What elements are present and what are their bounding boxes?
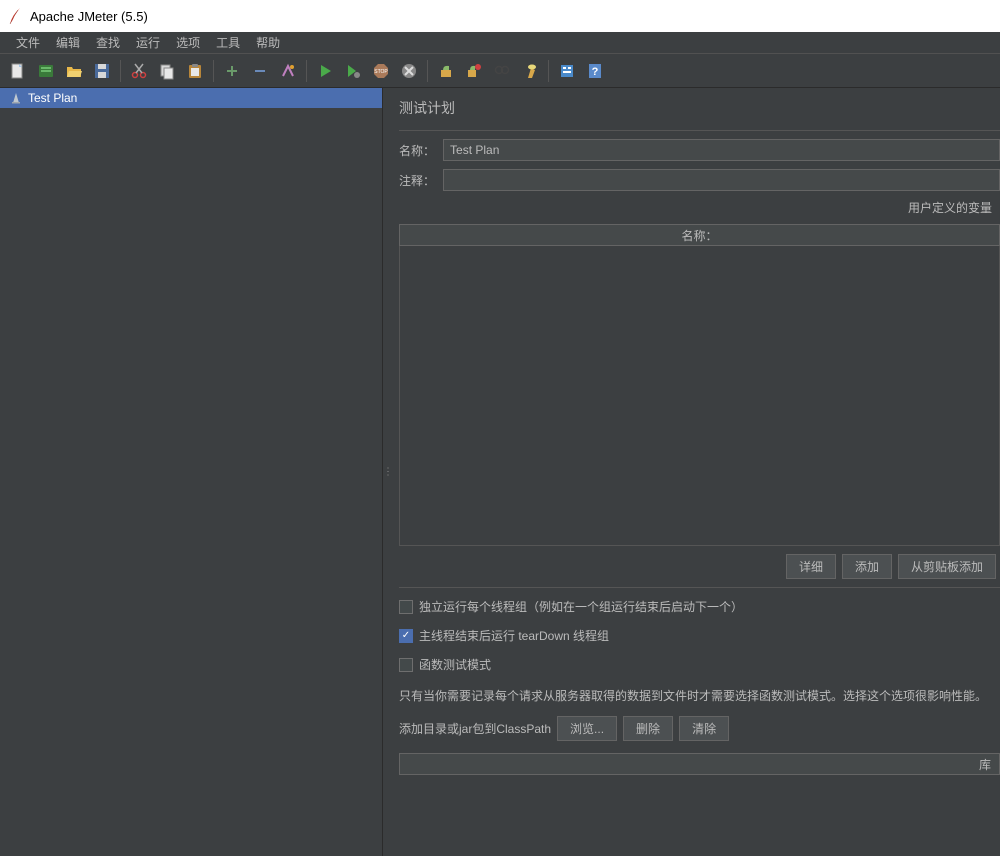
menu-help[interactable]: 帮助 (248, 32, 288, 53)
name-row: 名称： (399, 139, 1000, 161)
toolbar: STOP ? (0, 54, 1000, 88)
new-icon[interactable] (6, 59, 30, 83)
function-helper-icon[interactable] (555, 59, 579, 83)
title-bar: Apache JMeter (5.5) (0, 0, 1000, 32)
open-icon[interactable] (62, 59, 86, 83)
vars-section-title: 用户定义的变量 (399, 199, 1000, 216)
cut-icon[interactable] (127, 59, 151, 83)
functional-check-row: 函数测试模式 (399, 654, 1000, 675)
name-label: 名称： (399, 142, 435, 159)
expand-icon[interactable] (220, 59, 244, 83)
toolbar-separator (427, 60, 428, 82)
svg-text:STOP: STOP (374, 69, 388, 75)
menu-search[interactable]: 查找 (88, 32, 128, 53)
main-area: Test Plan 测试计划 名称： 注释： 用户定义的变量 名称： 详细 添加… (0, 88, 1000, 856)
copy-icon[interactable] (155, 59, 179, 83)
toolbar-separator (548, 60, 549, 82)
vars-table-body[interactable] (399, 246, 1000, 546)
paste-icon[interactable] (183, 59, 207, 83)
detail-button[interactable]: 详细 (786, 554, 836, 579)
splitter[interactable] (383, 88, 389, 856)
serial-label: 独立运行每个线程组（例如在一个组运行结束后启动下一个） (419, 598, 743, 615)
toolbar-separator (306, 60, 307, 82)
detail-panel: 测试计划 名称： 注释： 用户定义的变量 名称： 详细 添加 从剪贴板添加 独立… (389, 88, 1000, 856)
stop-icon[interactable]: STOP (369, 59, 393, 83)
window-title: Apache JMeter (5.5) (30, 9, 148, 24)
vars-table: 名称： (399, 224, 1000, 546)
menu-run[interactable]: 运行 (128, 32, 168, 53)
comment-row: 注释： (399, 169, 1000, 191)
toolbar-separator (120, 60, 121, 82)
functional-description: 只有当你需要记录每个请求从服务器取得的数据到文件时才需要选择函数测试模式。选择这… (399, 683, 1000, 708)
reset-search-icon[interactable] (518, 59, 542, 83)
search-icon[interactable] (490, 59, 514, 83)
classpath-column-header[interactable]: 库 (399, 753, 1000, 775)
toggle-icon[interactable] (276, 59, 300, 83)
classpath-row: 添加目录或jar包到ClassPath 浏览... 删除 清除 (399, 716, 1000, 741)
tree-item-label: Test Plan (28, 91, 77, 105)
vars-column-header[interactable]: 名称： (399, 224, 1000, 246)
help-icon[interactable]: ? (583, 59, 607, 83)
name-input[interactable] (443, 139, 1000, 161)
clear-icon[interactable] (434, 59, 458, 83)
menu-file[interactable]: 文件 (8, 32, 48, 53)
add-button[interactable]: 添加 (842, 554, 892, 579)
menu-bar: 文件 编辑 查找 运行 选项 工具 帮助 (0, 32, 1000, 54)
paste-button[interactable]: 从剪贴板添加 (898, 554, 996, 579)
classpath-label: 添加目录或jar包到ClassPath (399, 720, 551, 737)
clear-all-icon[interactable] (462, 59, 486, 83)
vars-buttons: 详细 添加 从剪贴板添加 (399, 554, 1000, 579)
teardown-check-row: 主线程结束后运行 tearDown 线程组 (399, 625, 1000, 646)
panel-title: 测试计划 (399, 98, 1000, 122)
menu-edit[interactable]: 编辑 (48, 32, 88, 53)
divider (399, 130, 1000, 131)
tree-panel[interactable]: Test Plan (0, 88, 383, 856)
menu-tools[interactable]: 工具 (208, 32, 248, 53)
serial-check-row: 独立运行每个线程组（例如在一个组运行结束后启动下一个） (399, 596, 1000, 617)
browse-button[interactable]: 浏览... (557, 716, 617, 741)
divider (399, 587, 1000, 588)
functional-checkbox[interactable] (399, 658, 413, 672)
templates-icon[interactable] (34, 59, 58, 83)
comment-input[interactable] (443, 169, 1000, 191)
start-no-timers-icon[interactable] (341, 59, 365, 83)
tree-item-test-plan[interactable]: Test Plan (0, 88, 382, 108)
serial-checkbox[interactable] (399, 600, 413, 614)
svg-text:?: ? (592, 66, 599, 78)
functional-label: 函数测试模式 (419, 656, 491, 673)
save-icon[interactable] (90, 59, 114, 83)
menu-options[interactable]: 选项 (168, 32, 208, 53)
comment-label: 注释： (399, 172, 435, 189)
teardown-checkbox[interactable] (399, 629, 413, 643)
clear-button[interactable]: 清除 (679, 716, 729, 741)
toolbar-separator (213, 60, 214, 82)
jmeter-feather-icon (8, 7, 22, 25)
collapse-icon[interactable] (248, 59, 272, 83)
test-plan-icon (10, 92, 22, 104)
shutdown-icon[interactable] (397, 59, 421, 83)
start-icon[interactable] (313, 59, 337, 83)
delete-button[interactable]: 删除 (623, 716, 673, 741)
teardown-label: 主线程结束后运行 tearDown 线程组 (419, 627, 609, 644)
